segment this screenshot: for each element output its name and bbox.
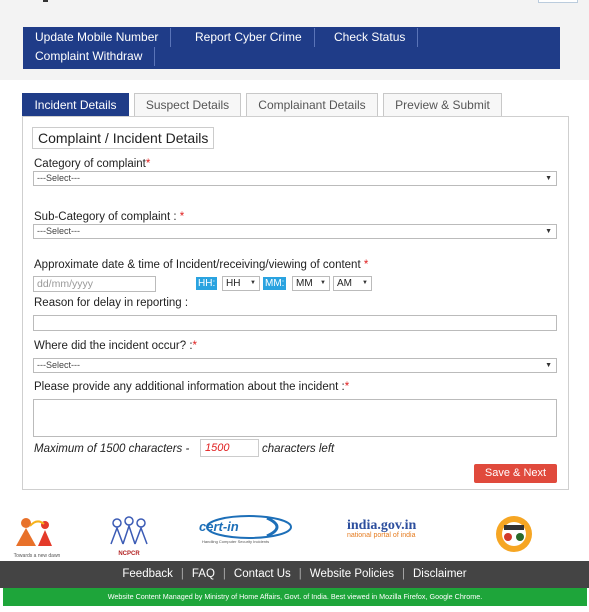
cert-in-logo[interactable]: cert-in Handling Computer Security Incid…	[197, 514, 294, 552]
footer-contact-link[interactable]: Contact Us	[234, 568, 291, 580]
chevron-down-icon: ▼	[320, 280, 326, 286]
nav-complaint-withdraw[interactable]: Complaint Withdraw	[23, 47, 156, 66]
tab-preview-submit[interactable]: Preview & Submit	[383, 93, 502, 116]
chevron-down-icon: ▼	[362, 280, 368, 286]
save-next-button[interactable]: Save & Next	[474, 464, 557, 483]
incident-location-select[interactable]: ---Select--- ▼	[33, 358, 557, 373]
hour-select[interactable]: HH ▼	[222, 276, 260, 291]
footer-managed-by: Website Content Managed by Ministry of H…	[3, 588, 587, 606]
chevron-down-icon: ▼	[250, 280, 256, 286]
incident-location-label: Where did the incident occur? :*	[34, 340, 198, 352]
partner-logos: Towards a new dawn NCPCR cert-in Handlin…	[0, 500, 589, 560]
footer-disclaimer-link[interactable]: Disclaimer	[413, 568, 467, 580]
ncpcr-logo[interactable]: NCPCR	[103, 514, 155, 557]
ampm-select[interactable]: AM ▼	[333, 276, 372, 291]
category-select[interactable]: ---Select--- ▼	[33, 171, 557, 186]
category-label: Category of complaint*	[34, 158, 151, 170]
top-edge-button[interactable]	[538, 0, 578, 3]
emblem-circle-icon	[496, 516, 532, 552]
national-emblem-logo[interactable]	[490, 514, 538, 554]
subcategory-label: Sub-Category of complaint : *	[34, 211, 185, 223]
nav-update-mobile[interactable]: Update Mobile Number	[23, 28, 172, 47]
nav-check-status[interactable]: Check Status	[322, 28, 419, 47]
incident-date-input[interactable]: dd/mm/yyyy	[33, 276, 156, 292]
tab-incident-details[interactable]: Incident Details	[22, 93, 129, 116]
chars-left-text: characters left	[262, 443, 335, 455]
new-dawn-logo[interactable]: Towards a new dawn	[12, 514, 62, 559]
main-nav-bar: Update Mobile Number Report Cyber Crime …	[23, 27, 560, 69]
incident-date-label: Approximate date & time of Incident/rece…	[34, 259, 369, 271]
minute-label: MM:	[263, 277, 287, 290]
delay-reason-label: Reason for delay in reporting :	[34, 297, 189, 309]
chevron-down-icon: ▼	[545, 175, 552, 182]
chevron-down-icon: ▼	[545, 362, 552, 369]
india-gov-logo[interactable]: india.gov.in national portal of india	[347, 518, 447, 548]
minute-select[interactable]: MM ▼	[292, 276, 330, 291]
footer-faq-link[interactable]: FAQ	[192, 568, 215, 580]
delay-reason-input[interactable]	[33, 315, 557, 331]
chevron-down-icon: ▼	[545, 228, 552, 235]
max-chars-text: Maximum of 1500 characters -	[34, 443, 190, 455]
chars-left-counter: 1500	[200, 439, 259, 457]
hour-label: HH:	[196, 277, 218, 290]
tab-complainant-details[interactable]: Complainant Details	[246, 93, 378, 116]
footer-links: Feedback | FAQ | Contact Us | Website Policies…	[0, 561, 589, 588]
nav-report-cyber-crime[interactable]: Report Cyber Crime	[183, 28, 315, 47]
new-dawn-emblem-icon	[16, 518, 52, 546]
additional-info-textarea[interactable]	[33, 399, 557, 437]
top-edge-mark	[43, 0, 48, 2]
form-legend: Complaint / Incident Details	[32, 127, 215, 149]
additional-info-label: Please provide any additional informatio…	[34, 381, 350, 393]
subcategory-select[interactable]: ---Select--- ▼	[33, 224, 557, 239]
footer-feedback-link[interactable]: Feedback	[122, 568, 173, 580]
tab-suspect-details[interactable]: Suspect Details	[134, 93, 241, 116]
ncpcr-emblem-icon	[110, 516, 148, 545]
footer-policies-link[interactable]: Website Policies	[310, 568, 394, 580]
